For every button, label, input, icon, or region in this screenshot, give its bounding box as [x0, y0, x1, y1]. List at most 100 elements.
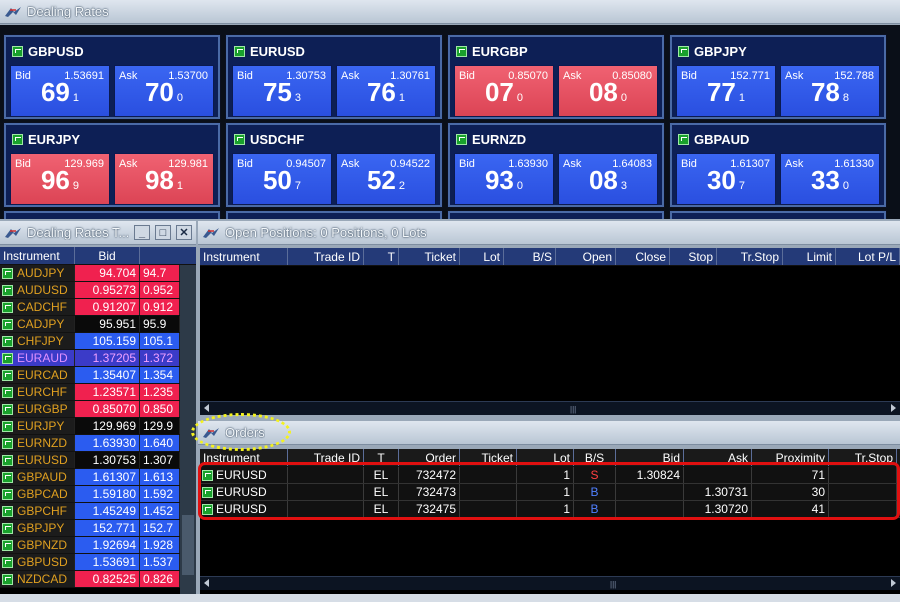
watchlist-row[interactable]: EURCAD 1.35407 1.354: [0, 367, 196, 384]
chart-flag-icon[interactable]: [2, 556, 13, 568]
positions-col[interactable]: Tr.Stop: [717, 248, 783, 265]
chart-flag-icon[interactable]: [2, 488, 13, 500]
scroll-left-arrow-icon[interactable]: [204, 404, 209, 412]
positions-col[interactable]: Close: [616, 248, 670, 265]
positions-col[interactable]: Lot: [460, 248, 504, 265]
scroll-grip-icon[interactable]: |||: [570, 405, 576, 414]
watchlist-row[interactable]: EURCHF 1.23571 1.235: [0, 384, 196, 401]
watchlist-row[interactable]: EURGBP 0.85070 0.850: [0, 401, 196, 418]
positions-col[interactable]: Instrument: [200, 248, 288, 265]
chart-flag-icon[interactable]: [678, 45, 689, 57]
watchlist-row[interactable]: CHFJPY 105.159 105.1: [0, 333, 196, 350]
ask-button[interactable]: Ask 1.30761 76 1: [336, 65, 436, 117]
scroll-right-arrow-icon[interactable]: [891, 579, 896, 587]
ask-button[interactable]: Ask 0.94522 52 2: [336, 153, 436, 205]
ask-button[interactable]: Ask 152.788 78 8: [780, 65, 880, 117]
chart-flag-icon[interactable]: [2, 505, 13, 517]
bid-button[interactable]: Bid 1.30753 75 3: [232, 65, 332, 117]
watchlist-row[interactable]: CADCHF 0.91207 0.912: [0, 299, 196, 316]
orders-titlebar: Orders: [198, 421, 900, 445]
chart-flag-icon[interactable]: [234, 45, 245, 57]
positions-col[interactable]: Open: [556, 248, 616, 265]
bid-button[interactable]: Bid 129.969 96 9: [10, 153, 110, 205]
chart-flag-icon[interactable]: [2, 437, 13, 449]
watchlist-row[interactable]: GBPCHF 1.45249 1.452: [0, 503, 196, 520]
chart-flag-icon[interactable]: [2, 335, 13, 347]
bid-button[interactable]: Bid 152.771 77 1: [676, 65, 776, 117]
chart-flag-icon[interactable]: [12, 45, 23, 57]
watchlist-row[interactable]: GBPJPY 152.771 152.7: [0, 520, 196, 537]
chart-flag-icon[interactable]: [2, 386, 13, 398]
chart-flag-icon[interactable]: [12, 133, 23, 145]
maximize-button[interactable]: □: [155, 225, 171, 240]
chart-flag-icon[interactable]: [456, 133, 467, 145]
chart-flag-icon[interactable]: [2, 454, 13, 466]
ask-button[interactable]: Ask 1.53700 70 0: [114, 65, 214, 117]
positions-col[interactable]: Lot P/L: [836, 248, 900, 265]
chart-flag-icon[interactable]: [2, 420, 13, 432]
watchlist-row[interactable]: GBPCAD 1.59180 1.592: [0, 486, 196, 503]
ask-button[interactable]: Ask 1.64083 08 3: [558, 153, 658, 205]
close-button[interactable]: ✕: [176, 225, 192, 240]
bid-button[interactable]: Bid 1.61307 30 7: [676, 153, 776, 205]
col-bid[interactable]: Bid: [75, 247, 140, 264]
watchlist-row[interactable]: AUDUSD 0.95273 0.952: [0, 282, 196, 299]
ask-button[interactable]: Ask 129.981 98 1: [114, 153, 214, 205]
chart-flag-icon[interactable]: [2, 284, 13, 296]
watchlist-row[interactable]: EURAUD 1.37205 1.372: [0, 350, 196, 367]
bid-button[interactable]: Bid 1.53691 69 1: [10, 65, 110, 117]
watchlist-bid: 1.30753: [75, 452, 140, 468]
rate-tile-eurnzd[interactable]: EURNZD Bid 1.63930 93 0 Ask 1.64083 08 3: [447, 122, 665, 208]
watchlist-row[interactable]: CADJPY 95.951 95.9: [0, 316, 196, 333]
positions-hscrollbar[interactable]: |||: [200, 401, 900, 415]
scroll-right-arrow-icon[interactable]: [891, 404, 896, 412]
positions-col[interactable]: T: [364, 248, 399, 265]
watchlist-row[interactable]: NZDCAD 0.82525 0.826: [0, 571, 196, 588]
watchlist-row[interactable]: GBPAUD 1.61307 1.613: [0, 469, 196, 486]
rate-tile-gbpusd[interactable]: GBPUSD Bid 1.53691 69 1 Ask 1.53700 70 0: [3, 34, 221, 120]
col-instrument[interactable]: Instrument: [0, 247, 75, 264]
scroll-left-arrow-icon[interactable]: [204, 579, 209, 587]
bid-button[interactable]: Bid 0.94507 50 7: [232, 153, 332, 205]
chart-flag-icon[interactable]: [2, 403, 13, 415]
chart-flag-icon[interactable]: [456, 45, 467, 57]
watchlist-row[interactable]: AUDJPY 94.704 94.7: [0, 265, 196, 282]
chart-flag-icon[interactable]: [2, 352, 13, 364]
positions-col[interactable]: B/S: [504, 248, 556, 265]
chart-flag-icon[interactable]: [2, 301, 13, 313]
chart-flag-icon[interactable]: [2, 539, 13, 551]
watchlist-row[interactable]: EURJPY 129.969 129.9: [0, 418, 196, 435]
watchlist-row[interactable]: EURUSD 1.30753 1.307: [0, 452, 196, 469]
orders-hscrollbar[interactable]: |||: [200, 576, 900, 590]
watchlist-row[interactable]: EURNZD 1.63930 1.640: [0, 435, 196, 452]
chart-flag-icon[interactable]: [2, 369, 13, 381]
watchlist-row[interactable]: GBPNZD 1.92694 1.928: [0, 537, 196, 554]
rates-table-scroll-thumb[interactable]: [182, 515, 194, 575]
watchlist-symbol: GBPUSD: [17, 555, 68, 569]
chart-flag-icon[interactable]: [2, 522, 13, 534]
rate-tile-eurgbp[interactable]: EURGBP Bid 0.85070 07 0 Ask 0.85080 08 0: [447, 34, 665, 120]
chart-flag-icon[interactable]: [2, 471, 13, 483]
rate-tile-eurjpy[interactable]: EURJPY Bid 129.969 96 9 Ask 129.981 98 1: [3, 122, 221, 208]
minimize-button[interactable]: _: [134, 225, 150, 240]
chart-flag-icon[interactable]: [678, 133, 689, 145]
chart-flag-icon[interactable]: [2, 573, 13, 585]
rate-tile-eurusd[interactable]: EURUSD Bid 1.30753 75 3 Ask 1.30761 76 1: [225, 34, 443, 120]
rate-tile-usdchf[interactable]: USDCHF Bid 0.94507 50 7 Ask 0.94522 52 2: [225, 122, 443, 208]
ask-button[interactable]: Ask 1.61330 33 0: [780, 153, 880, 205]
positions-col[interactable]: Trade ID: [288, 248, 364, 265]
rate-tile-gbpaud[interactable]: GBPAUD Bid 1.61307 30 7 Ask 1.61330 33 0: [669, 122, 887, 208]
scroll-grip-icon[interactable]: |||: [610, 580, 616, 589]
chart-flag-icon[interactable]: [234, 133, 245, 145]
watchlist-row[interactable]: GBPUSD 1.53691 1.537: [0, 554, 196, 571]
positions-col[interactable]: Stop: [670, 248, 717, 265]
positions-col[interactable]: Limit: [783, 248, 836, 265]
bid-button[interactable]: Bid 1.63930 93 0: [454, 153, 554, 205]
chart-flag-icon[interactable]: [2, 267, 13, 279]
positions-col[interactable]: Ticket: [399, 248, 460, 265]
rate-tile-gbpjpy[interactable]: GBPJPY Bid 152.771 77 1 Ask 152.788 78 8: [669, 34, 887, 120]
chart-flag-icon[interactable]: [2, 318, 13, 330]
bid-button[interactable]: Bid 0.85070 07 0: [454, 65, 554, 117]
ask-button[interactable]: Ask 0.85080 08 0: [558, 65, 658, 117]
col-ask[interactable]: [140, 247, 180, 264]
